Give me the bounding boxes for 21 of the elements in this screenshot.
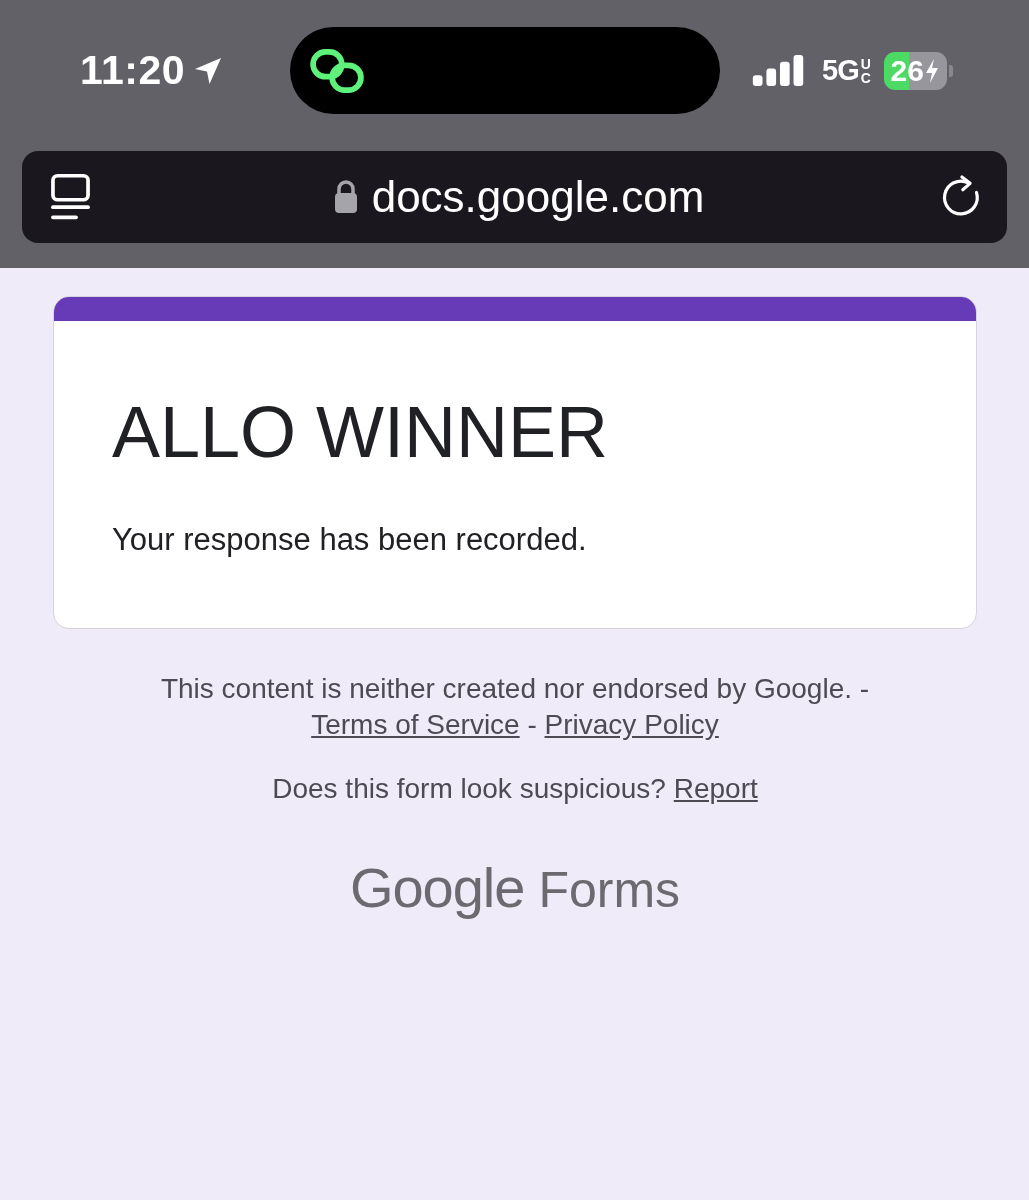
disclaimer-text: This content is neither created nor endorsed by Google. - Terms of Service - Privacy Policy [159, 672, 871, 743]
report-link[interactable]: Report [673, 773, 758, 805]
tabs-icon[interactable] [50, 173, 91, 221]
brand-logo-text: Google [349, 855, 525, 921]
form-title: ALLO WINNER [112, 393, 610, 473]
confirmation-message: Your response has been recorded. [112, 522, 588, 559]
product-name: Forms [538, 861, 681, 920]
location-arrow-icon [193, 55, 224, 86]
network-suffix-text: UC [860, 56, 869, 85]
status-time: 11:20 [80, 47, 186, 94]
network-type: 5G [822, 54, 859, 87]
linked-rings-icon [310, 48, 364, 93]
lock-icon [333, 180, 358, 214]
address-bar[interactable]: docs.google.com [22, 151, 1007, 243]
charging-bolt-icon [924, 58, 939, 83]
battery-percentage: 26 [890, 53, 924, 88]
url-text: docs.google.com [371, 172, 705, 222]
report-prompt: Does this form look suspicious? Report [272, 772, 758, 807]
footer-link[interactable]: Terms of Service [311, 709, 520, 741]
footer-link[interactable]: Privacy Policy [544, 709, 719, 741]
signal-bars-icon [752, 55, 806, 86]
